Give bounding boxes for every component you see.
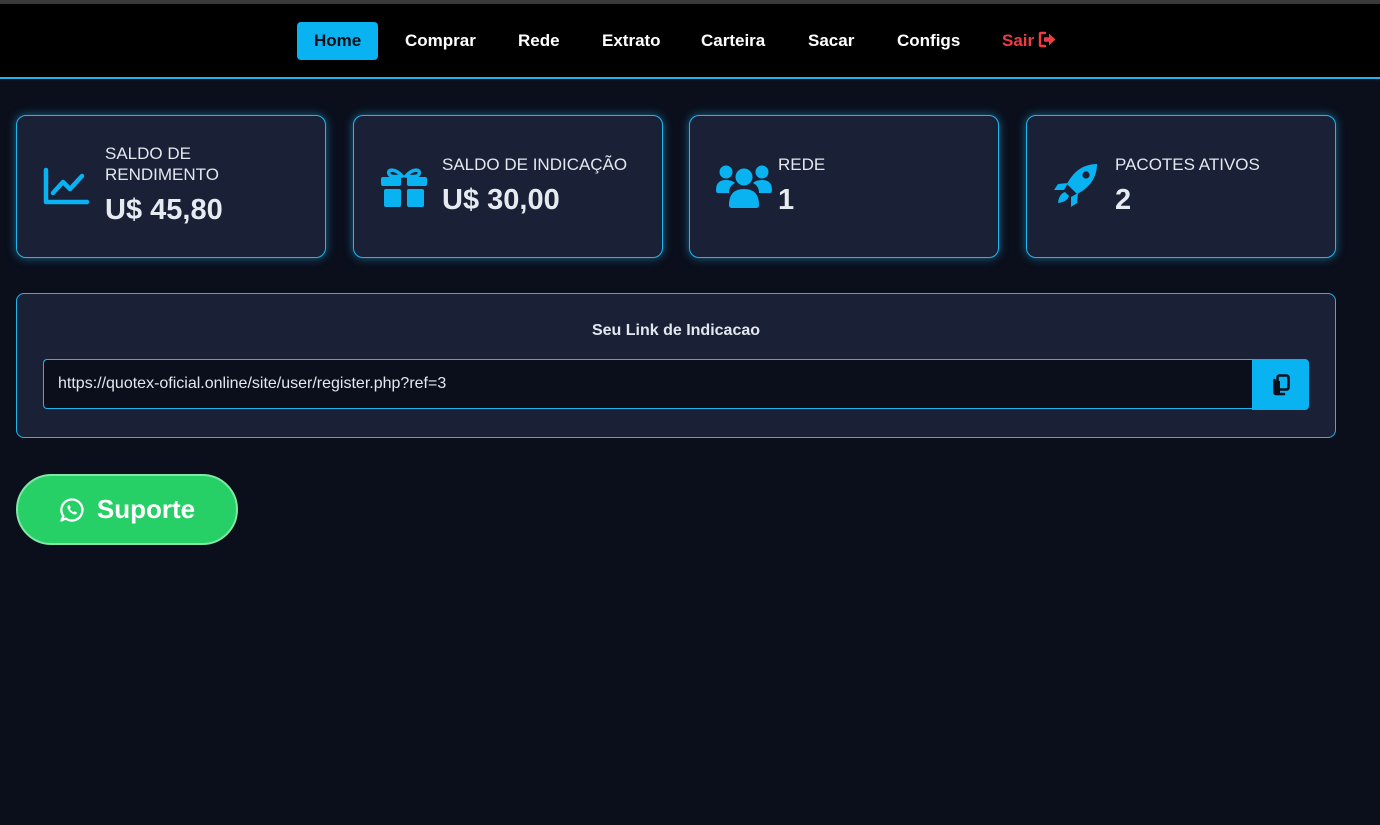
card-value: 1 (778, 184, 795, 216)
card-saldo-indicacao: Saldo de Indicação U$ 30,00 (353, 115, 663, 258)
nav-logout[interactable]: Sair (1002, 22, 1057, 60)
nav-logout-label: Sair (1002, 31, 1035, 50)
nav-rede[interactable]: Rede (518, 22, 560, 60)
whatsapp-icon (60, 497, 84, 522)
card-label: Saldo de Indicação (442, 155, 628, 174)
gift-icon (381, 168, 427, 207)
referral-title: Seu Link de Indicacao (591, 322, 761, 339)
copy-icon (1272, 373, 1290, 395)
referral-link-panel: Seu Link de Indicacao (16, 293, 1336, 438)
nav-home[interactable]: Home (297, 22, 379, 60)
nav-extrato[interactable]: Extrato (602, 22, 661, 60)
nav-carteira[interactable]: Carteira (701, 22, 765, 60)
card-value: 2 (1115, 184, 1132, 216)
support-label: Suporte (96, 494, 196, 524)
users-icon (716, 165, 772, 208)
copy-link-button[interactable] (1252, 359, 1309, 410)
card-label: Pacotes Ativos (1115, 155, 1260, 174)
card-value: U$ 30,00 (442, 184, 560, 216)
card-label: Saldo de Rendimento (105, 144, 219, 184)
chart-line-icon (43, 167, 90, 205)
card-rede: Rede 1 (689, 115, 999, 258)
nav-comprar[interactable]: Comprar (405, 22, 476, 60)
card-label: Rede (778, 155, 826, 174)
referral-link-input[interactable] (43, 359, 1252, 409)
support-button[interactable]: Suporte (16, 474, 238, 545)
nav-configs[interactable]: Configs (897, 22, 960, 60)
card-pacotes-ativos: Pacotes Ativos 2 (1026, 115, 1336, 258)
sign-out-icon (1038, 31, 1056, 48)
nav-sacar[interactable]: Sacar (808, 22, 854, 60)
top-navbar: Home Comprar Rede Extrato Carteira Sacar… (0, 4, 1380, 79)
rocket-icon (1054, 164, 1097, 207)
card-saldo-rendimento: Saldo de Rendimento U$ 45,80 (16, 115, 326, 258)
card-value: U$ 45,80 (105, 194, 223, 226)
